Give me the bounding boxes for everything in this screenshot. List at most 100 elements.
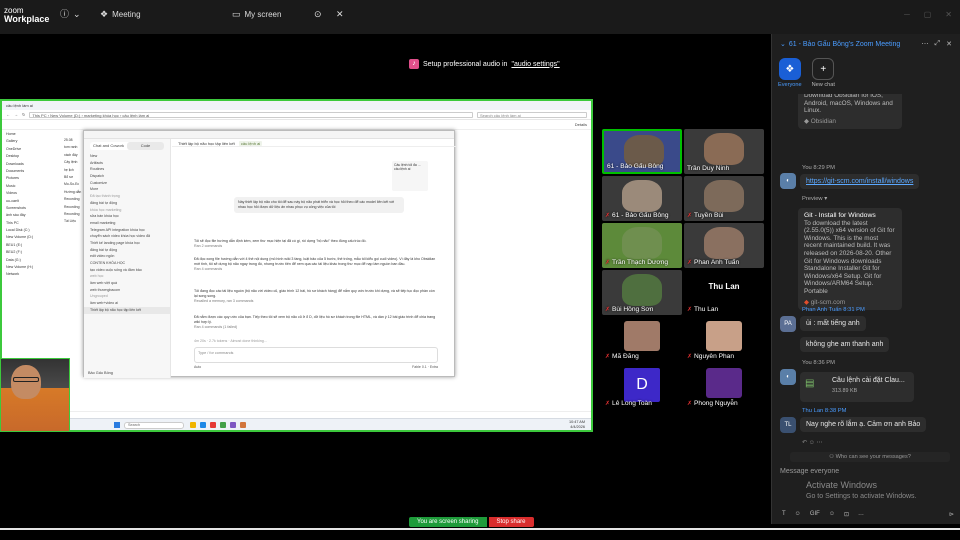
ai-app-icon[interactable] xyxy=(240,422,246,428)
sidebar-project-item[interactable]: web thươngbacom xyxy=(84,287,170,294)
prompt-input[interactable]: Type / for commands xyxy=(194,347,438,363)
app-nav-item[interactable]: Artifacts xyxy=(84,160,170,167)
video-tile[interactable]: Trần Duy Ninh xyxy=(684,129,764,174)
tab-code[interactable]: Code xyxy=(127,142,164,150)
format-icon[interactable]: T xyxy=(782,511,786,518)
sidebar-project-item[interactable]: CONTEN KHÓA HỌC xyxy=(84,260,170,267)
screenshot-icon[interactable]: ⊡ xyxy=(844,511,849,518)
my-screen-button[interactable]: ▭ My screen xyxy=(232,10,281,20)
video-tile[interactable]: ✗ Tuyền Bùi xyxy=(684,176,764,221)
sidebar-project-item[interactable]: email marketing xyxy=(84,220,170,227)
who-can-see-link[interactable]: ⚇ Who can see your messages? xyxy=(790,452,950,462)
forward-icon[interactable]: → xyxy=(14,112,18,117)
explorer-sidebar-item[interactable]: Gallery xyxy=(2,138,42,145)
maximize-icon[interactable]: ▢ xyxy=(924,10,932,19)
explorer-sidebar-item[interactable]: Music xyxy=(2,183,42,190)
more-icon[interactable]: … xyxy=(858,511,864,518)
git-link-message[interactable]: https://git-scm.com/install/windows xyxy=(800,174,920,189)
answer-meta[interactable]: Ran 2 commands xyxy=(194,244,438,249)
tab-chat[interactable]: Chat and Cowork xyxy=(90,142,127,150)
explorer-sidebar-item[interactable]: OneDrive xyxy=(2,146,42,153)
sidebar-project-item[interactable]: edit video ngôn xyxy=(84,253,170,260)
explorer-sidebar-item[interactable]: New Volume (H:) xyxy=(2,264,42,271)
file-item[interactable]: Bổ sơ xyxy=(60,174,84,181)
explorer-sidebar-item[interactable]: Network xyxy=(2,271,42,278)
video-tile[interactable]: ✗ Trần Thạch Dương xyxy=(602,223,682,268)
explorer-sidebar-item[interactable]: Pictures xyxy=(2,175,42,182)
answer-meta[interactable]: Ran 4 commands xyxy=(194,267,438,272)
video-tile[interactable]: Thu Lan ✗ Thu Lan xyxy=(684,270,764,315)
mode-select[interactable]: Auto xyxy=(194,365,201,369)
answer-meta[interactable]: Ran 4 commands (1 failed) xyxy=(194,325,438,330)
preview-toggle[interactable]: Preview ▾ xyxy=(802,196,827,202)
file-item[interactable]: 25.08 xyxy=(60,137,84,144)
explorer-sidebar-item[interactable]: uu-caelt xyxy=(2,198,42,205)
file-item[interactable]: tom ranh xyxy=(60,144,84,151)
file-item[interactable]: Tài Liệu xyxy=(60,218,84,225)
close-share-button[interactable]: ✕ xyxy=(336,10,344,19)
tab-everyone[interactable]: ❖ Everyone xyxy=(778,58,802,90)
sidebar-project-item[interactable]: chuyển sách video khóa học video đã xyxy=(84,233,170,240)
video-tile[interactable]: D ✗ Lê Long Toàn xyxy=(602,364,682,409)
refresh-icon[interactable]: ↻ xyxy=(22,112,25,117)
zoom-app-icon[interactable] xyxy=(230,422,236,428)
file-item[interactable]: hẹ lịch xyxy=(60,167,84,174)
send-icon[interactable]: ⊳ xyxy=(949,511,954,518)
back-icon[interactable]: ← xyxy=(6,112,10,117)
answer-meta[interactable]: Recalled a memory, ran 3 commands xyxy=(194,299,438,304)
explorer-sidebar-item[interactable]: Downloads xyxy=(2,161,42,168)
file-item[interactable]: Hướng dẫn xyxy=(60,189,84,196)
info-button[interactable]: ⓘ ⌄ xyxy=(60,10,81,19)
video-tile[interactable]: ✗ Bùi Hồng Sơn xyxy=(602,270,682,315)
sidebar-project-item[interactable]: Thiết lập bộ não học tập liên kết xyxy=(84,306,170,314)
chat-input[interactable]: Message everyone Activate Windows Go to … xyxy=(772,464,960,524)
app-nav-item[interactable]: More xyxy=(84,186,170,193)
explorer-sidebar-item[interactable]: Videos xyxy=(2,190,42,197)
video-tile[interactable]: ✗ 61 - Bảo Gấu Bông xyxy=(602,176,682,221)
sidebar-project-item[interactable]: Thiết kế landing page khóa học xyxy=(84,240,170,247)
explorer-sidebar-item[interactable]: New Volume (D:) xyxy=(2,234,42,241)
details-button[interactable]: Details xyxy=(575,122,587,127)
video-tile[interactable]: ✗ Nguyên Phan xyxy=(684,317,764,362)
windows-start-icon[interactable] xyxy=(114,422,120,428)
explorer-sidebar-item[interactable]: Screenshots xyxy=(2,205,42,212)
sidebar-project-item[interactable]: đăng bài tự động xyxy=(84,247,170,254)
model-select[interactable]: Fable 0.1 · Extra xyxy=(412,365,438,369)
address-bar[interactable]: This PC › New Volume (D:) › marketing kh… xyxy=(29,111,473,118)
pop-out-icon[interactable]: ⤢ xyxy=(935,40,941,48)
minimize-icon[interactable]: ─ xyxy=(904,10,910,19)
app-nav-item[interactable]: New xyxy=(84,153,170,160)
meeting-button[interactable]: ❖ Meeting xyxy=(100,10,141,20)
file-item[interactable]: Recording xyxy=(60,211,84,218)
close-window-icon[interactable]: ✕ xyxy=(945,10,952,19)
chevron-down-icon[interactable]: ⌄ xyxy=(780,40,786,48)
audio-settings-link[interactable]: "audio settings" xyxy=(511,61,559,68)
video-tile[interactable]: ✗ Mã Đăng xyxy=(602,317,682,362)
explorer-sidebar-item[interactable]: Local Disk (C:) xyxy=(2,227,42,234)
file-item[interactable]: Mo-So-Ec xyxy=(60,181,84,188)
explorer-sidebar-item[interactable]: This PC xyxy=(2,220,42,227)
link-preview-obsidian[interactable]: Download Obsidian for iOS, Android, macO… xyxy=(798,94,902,130)
explorer-sidebar-item[interactable]: BEU2 (F:) xyxy=(2,249,42,256)
app-nav-item[interactable]: Dispatch xyxy=(84,173,170,180)
tab-new-chat[interactable]: + New chat xyxy=(812,58,835,90)
app-nav-item[interactable]: Routines xyxy=(84,166,170,173)
sidebar-project-item[interactable]: làm web+video ai xyxy=(84,300,170,307)
user-name[interactable]: Bảo Gấu Bông xyxy=(88,371,113,375)
gif-icon[interactable]: GIF xyxy=(810,511,820,518)
emoji-icon[interactable]: ☺ xyxy=(795,511,801,518)
video-tile[interactable]: ✗ Phong Nguyễn xyxy=(684,364,764,409)
video-tile[interactable]: 61 - Bảo Gấu Bông xyxy=(602,129,682,174)
sidebar-project-item[interactable]: sửa bán khóa học xyxy=(84,213,170,220)
link-preview-git[interactable]: Git - Install for Windows To download th… xyxy=(798,208,902,311)
more-options-button[interactable]: ⊙ xyxy=(314,10,322,19)
explorer-sidebar-item[interactable]: BEU1 (E:) xyxy=(2,242,42,249)
file-item[interactable]: Recording xyxy=(60,196,84,203)
sidebar-project-item[interactable]: Telegram API integration khóa học xyxy=(84,227,170,234)
file-item[interactable]: xách đây xyxy=(60,152,84,159)
sidebar-project-item[interactable]: tạo video cuộc sống và đảm bảo xyxy=(84,267,170,274)
sidebar-project-item[interactable]: làm web việt quá xyxy=(84,280,170,287)
edge-icon[interactable] xyxy=(200,422,206,428)
explorer-sidebar-item[interactable]: Documents xyxy=(2,168,42,175)
video-tile[interactable]: ✗ Phan Anh Tuấn xyxy=(684,223,764,268)
